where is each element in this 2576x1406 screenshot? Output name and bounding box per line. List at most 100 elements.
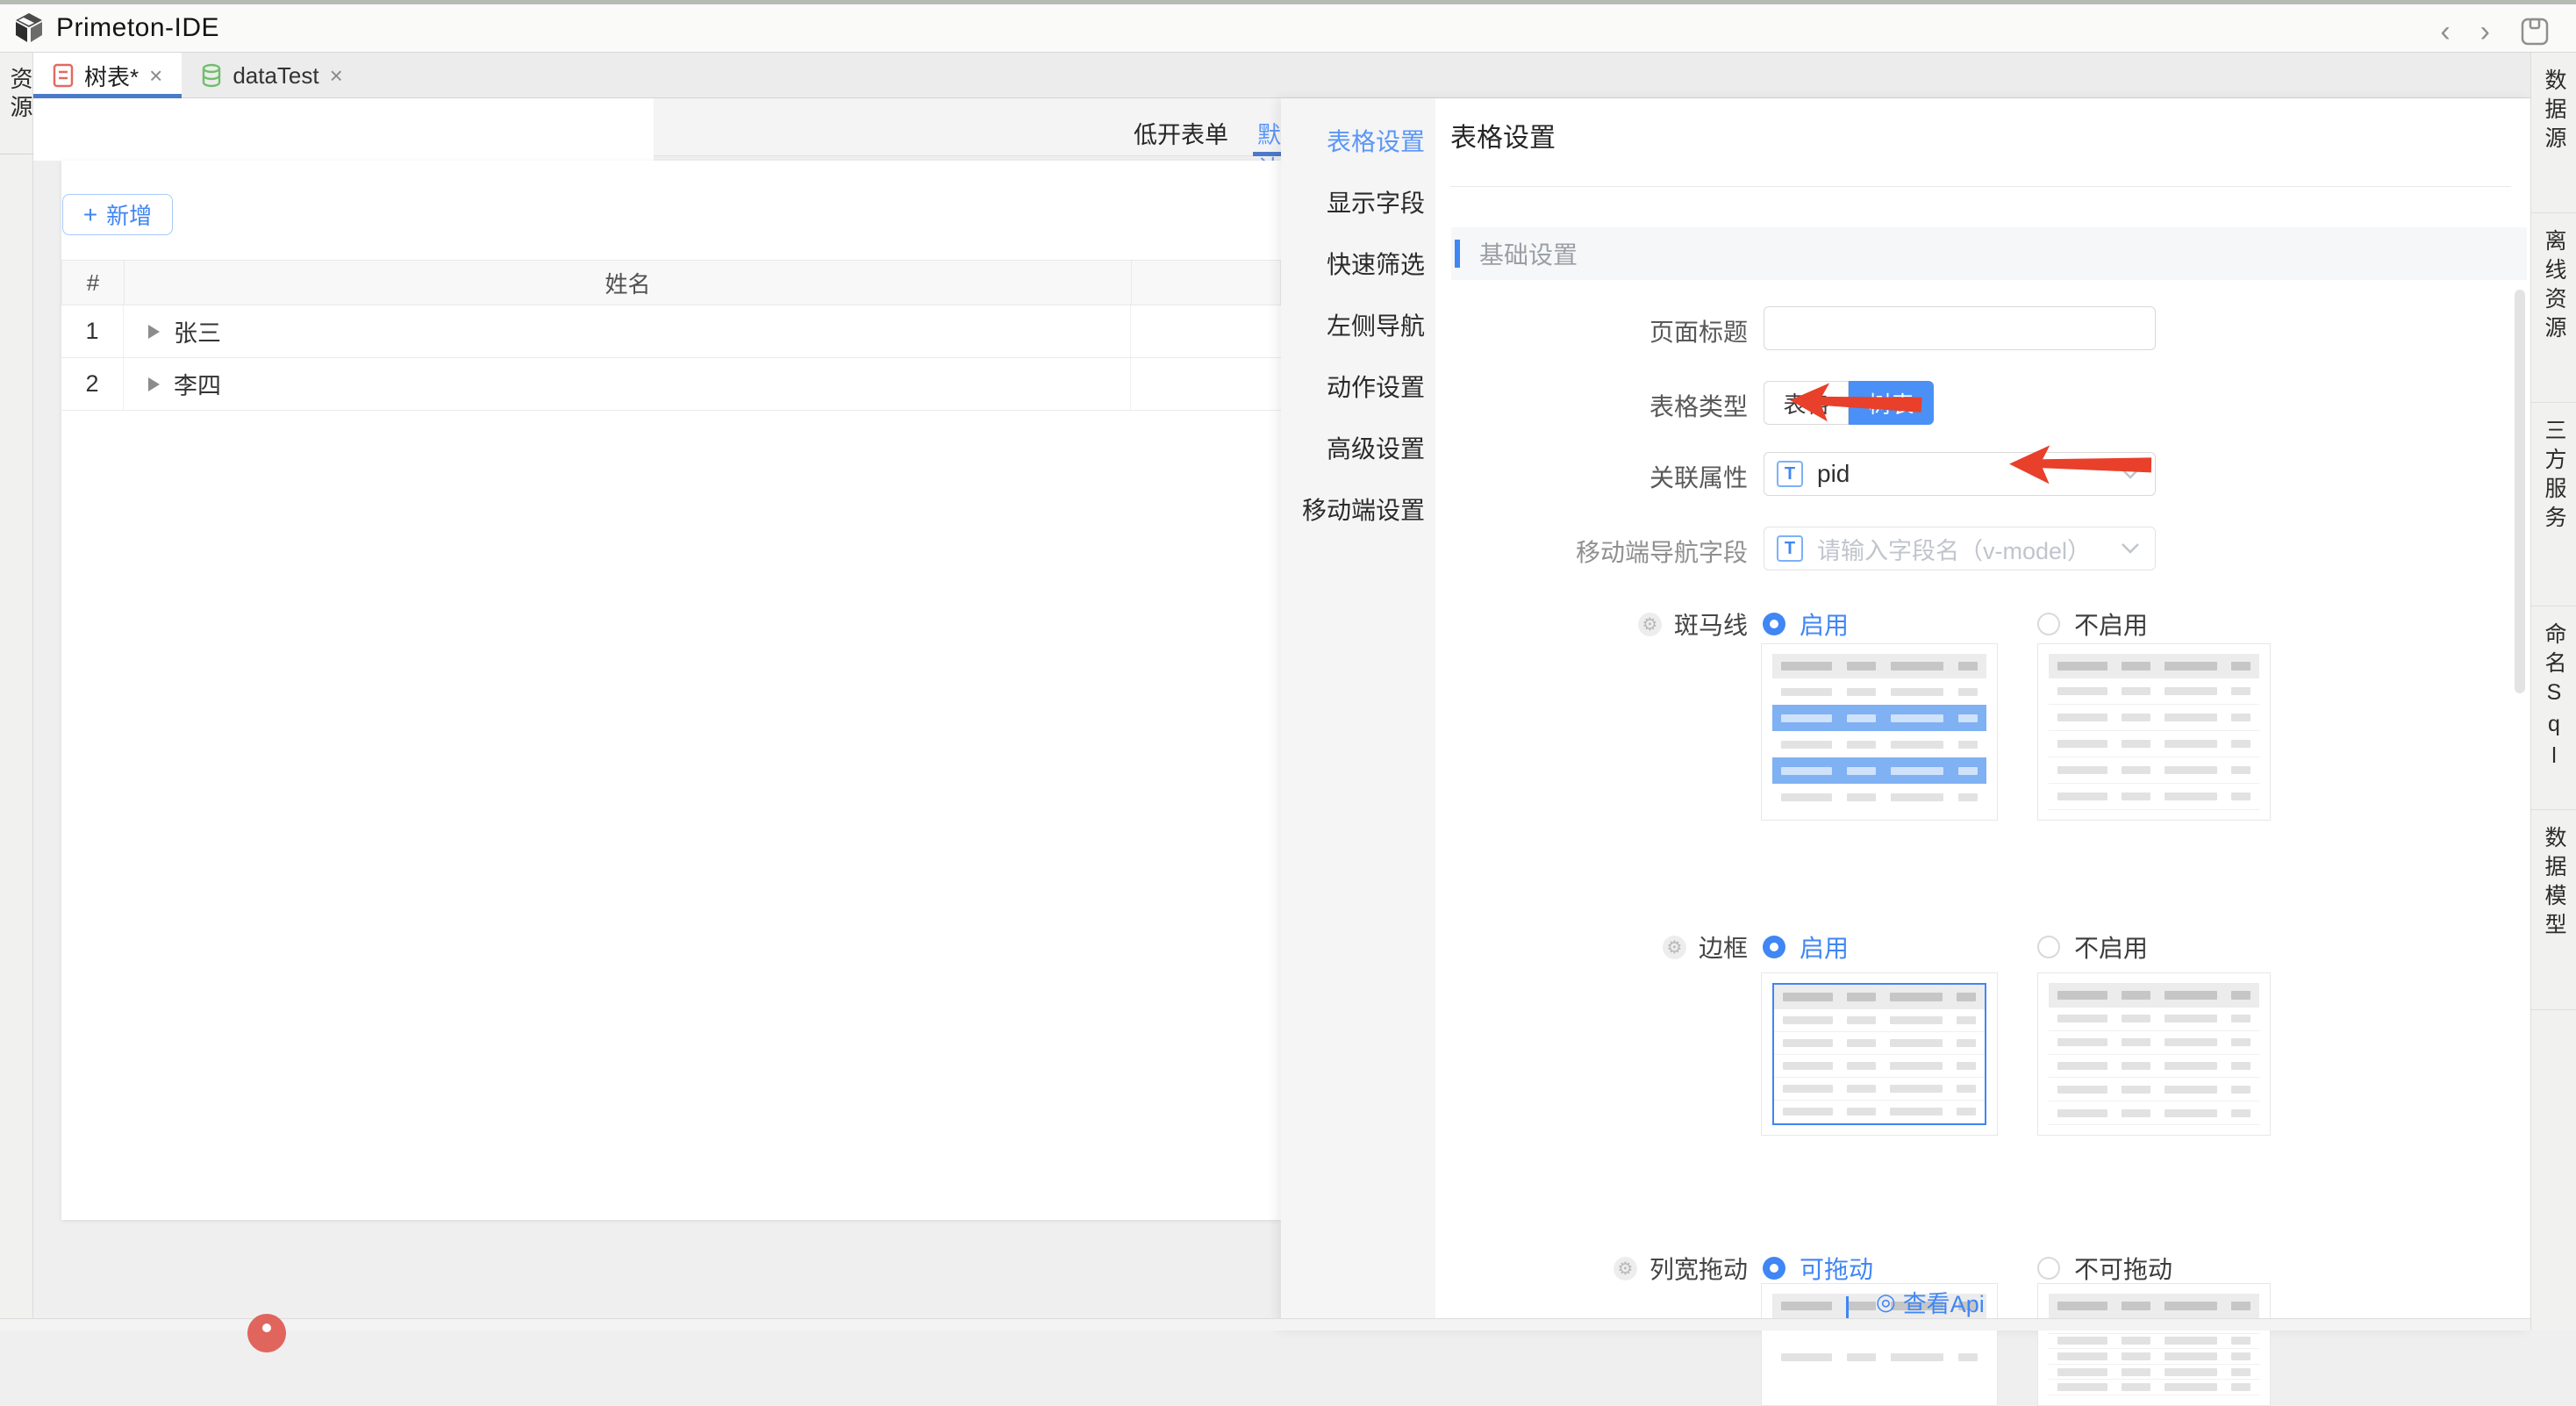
border-off-preview <box>2037 972 2271 1136</box>
col-drag-toggle-row: ⚙ 列宽拖动 可拖动 不可拖动 <box>1435 1255 2401 1281</box>
divider <box>1450 186 2511 187</box>
table-row[interactable]: 1 张三 <box>61 305 1281 358</box>
cell-name: 张三 <box>174 314 221 348</box>
row-index: 1 <box>61 305 124 357</box>
menu-item-left-nav[interactable]: 左侧导航 <box>1281 300 1435 362</box>
section-title: 基础设置 <box>1479 236 1578 271</box>
status-bar <box>0 1318 2530 1331</box>
border-radio-on[interactable]: 启用 <box>1763 929 1849 965</box>
workspace-tab-bar: 树表* × dataTest × <box>33 53 2530 98</box>
form-file-icon <box>53 63 74 88</box>
radio-unselected-icon <box>2037 613 2060 635</box>
expand-caret-icon[interactable] <box>148 377 160 391</box>
settings-panel: 表格设置 基础设置 页面标题 表格类型 表格 树表 关联属性 T pid 移动端… <box>1435 98 2530 1331</box>
menu-item-advanced-settings[interactable]: 高级设置 <box>1281 423 1435 484</box>
tab-datatest[interactable]: dataTest × <box>182 53 361 98</box>
drag-indicator-line <box>1846 1296 1849 1319</box>
menu-item-table-settings[interactable]: 表格设置 <box>1281 116 1435 177</box>
sidebar-item-resources[interactable]: 资源 <box>4 67 37 123</box>
menu-item-display-fields[interactable]: 显示字段 <box>1281 177 1435 239</box>
target-icon: ◎ <box>1876 1288 1896 1316</box>
field-label-relation: 关联属性 <box>1602 459 1748 494</box>
field-label-mobile-nav: 移动端导航字段 <box>1541 534 1748 569</box>
radio-selected-icon <box>1763 613 1785 635</box>
dock-item-datasource[interactable]: 数据源 <box>2531 53 2576 213</box>
relation-value: pid <box>1817 460 1850 488</box>
form-preview-card: + 新增 # 姓名 1 张三 2 李四 <box>61 161 1281 1220</box>
primeton-logo-icon <box>12 11 46 45</box>
left-dock-strip: 资源 <box>0 53 33 1331</box>
chevron-down-icon <box>2120 542 2141 556</box>
dock-item-data-model[interactable]: 数据模型 <box>2531 810 2576 1010</box>
page-header-left <box>33 98 654 161</box>
nav-forward-icon[interactable]: › <box>2480 17 2490 47</box>
radio-selected-icon <box>1763 936 1785 958</box>
drag-off-preview <box>2037 1283 2271 1406</box>
menu-item-action-settings[interactable]: 动作设置 <box>1281 362 1435 423</box>
col-drag-radio-on[interactable]: 可拖动 <box>1763 1251 1873 1286</box>
field-label-table-type: 表格类型 <box>1602 388 1748 423</box>
expand-caret-icon[interactable] <box>148 325 160 339</box>
section-basic-settings: 基础设置 <box>1451 227 2527 280</box>
view-api-label: 查看Api <box>1903 1285 1985 1319</box>
close-icon[interactable]: × <box>149 62 162 90</box>
gear-icon: ⚙ <box>1638 613 1662 636</box>
border-on-preview <box>1761 972 1998 1136</box>
menu-item-quick-filter[interactable]: 快速筛选 <box>1281 239 1435 300</box>
column-header-extra <box>1132 261 1280 305</box>
radio-unselected-icon <box>2037 1257 2060 1280</box>
close-icon[interactable]: × <box>330 62 343 90</box>
tab-label: 树表* <box>84 60 139 92</box>
settings-drawer: 表格设置 显示字段 快速筛选 左侧导航 动作设置 高级设置 移动端设置 表格设置… <box>1281 98 2530 1331</box>
right-dock-strip: 数据源 离线资源 三方服务 命名Sql 数据模型 <box>2530 53 2576 1331</box>
mobile-nav-placeholder: 请输入字段名（v-model） <box>1817 532 2091 566</box>
zebra-off-preview <box>2037 643 2271 821</box>
app-title: Primeton-IDE <box>56 13 219 43</box>
annotation-arrow-tree-type <box>1788 383 1925 425</box>
col-drag-radio-off[interactable]: 不可拖动 <box>2037 1251 2172 1286</box>
table-row[interactable]: 2 李四 <box>61 358 1281 411</box>
tab-label: dataTest <box>233 62 318 90</box>
tab-tree-table[interactable]: 树表* × <box>33 53 182 98</box>
column-header-name: 姓名 <box>125 261 1132 305</box>
col-drag-label: 列宽拖动 <box>1649 1251 1748 1286</box>
radio-selected-icon <box>1763 1257 1785 1280</box>
page-tab-form[interactable]: 低开表单 <box>1134 116 1228 150</box>
database-icon <box>201 63 222 88</box>
add-button-label: 新增 <box>106 198 152 231</box>
section-accent-bar <box>1455 240 1460 268</box>
text-type-icon: T <box>1777 461 1803 487</box>
border-toggle-row: ⚙ 边框 启用 不启用 <box>1435 934 2401 960</box>
scrollbar-thumb[interactable] <box>2515 290 2525 693</box>
cell-name: 李四 <box>174 367 221 401</box>
field-label-page-title: 页面标题 <box>1602 313 1748 348</box>
radio-unselected-icon <box>2037 936 2060 958</box>
table-header-row: # 姓名 <box>61 260 1281 305</box>
zebra-on-preview <box>1761 643 1998 821</box>
view-api-link[interactable]: ◎ 查看Api <box>1876 1285 1985 1319</box>
zebra-radio-off[interactable]: 不启用 <box>2037 606 2148 642</box>
notification-badge[interactable] <box>247 1314 286 1352</box>
panel-title: 表格设置 <box>1450 116 1556 154</box>
border-radio-off[interactable]: 不启用 <box>2037 929 2148 965</box>
dock-item-third-party-services[interactable]: 三方服务 <box>2531 403 2576 606</box>
dock-item-offline-resources[interactable]: 离线资源 <box>2531 213 2576 403</box>
page-title-input[interactable] <box>1764 306 2156 350</box>
mobile-nav-select[interactable]: T 请输入字段名（v-model） <box>1764 527 2156 570</box>
annotation-arrow-relation <box>2007 444 2155 486</box>
gear-icon: ⚙ <box>1663 936 1686 959</box>
menu-item-mobile-settings[interactable]: 移动端设置 <box>1281 484 1435 546</box>
add-row-button[interactable]: + 新增 <box>62 194 173 235</box>
row-index: 2 <box>61 358 124 410</box>
nav-back-icon[interactable]: ‹ <box>2440 17 2450 47</box>
title-bar: Primeton-IDE ‹ › <box>0 4 2576 53</box>
page-tabs-bar: 低开表单 默认 <box>654 98 1281 156</box>
zebra-toggle-row: ⚙ 斑马线 启用 不启用 <box>1435 611 2401 637</box>
dock-item-named-sql[interactable]: 命名Sql <box>2531 606 2576 810</box>
column-header-index: # <box>62 261 125 305</box>
gear-icon: ⚙ <box>1614 1257 1637 1280</box>
settings-menu: 表格设置 显示字段 快速筛选 左侧导航 动作设置 高级设置 移动端设置 <box>1281 98 1435 1331</box>
zebra-radio-on[interactable]: 启用 <box>1763 606 1849 642</box>
text-type-icon: T <box>1777 535 1803 562</box>
save-icon[interactable] <box>2520 17 2550 47</box>
